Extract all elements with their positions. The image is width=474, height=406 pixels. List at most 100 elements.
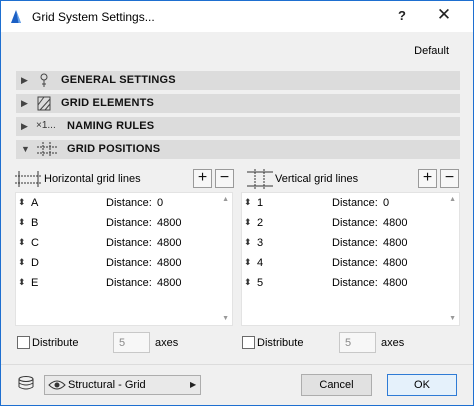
vertical-distribute-checkbox[interactable] xyxy=(242,336,255,349)
vertical-grid-lines-icon xyxy=(247,169,273,189)
vertical-grid-lines-header: Vertical grid lines xyxy=(247,169,417,189)
ok-button[interactable]: OK xyxy=(387,374,457,396)
distance-value[interactable]: 0 xyxy=(383,197,389,209)
grid-line-name: A xyxy=(31,197,39,209)
list-item[interactable]: ⬍ B Distance: 4800 xyxy=(16,213,232,233)
add-vertical-line-button[interactable]: + xyxy=(418,169,437,188)
horizontal-grid-lines-header: Horizontal grid lines xyxy=(15,169,195,189)
pin-icon xyxy=(40,73,48,87)
distance-value[interactable]: 4800 xyxy=(383,257,407,269)
grid-line-name: 2 xyxy=(257,217,264,229)
grid-line-name: 5 xyxy=(257,277,264,289)
list-item[interactable]: ⬍ 3 Distance: 4800 xyxy=(242,233,459,253)
vertical-distribute-label: Distribute xyxy=(257,337,304,349)
window-title: Grid System Settings... xyxy=(32,10,155,24)
list-item[interactable]: ⬍ D Distance: 4800 xyxy=(16,253,232,273)
reorder-handle-icon[interactable]: ⬍ xyxy=(18,197,26,208)
grid-line-name: B xyxy=(31,217,39,229)
reorder-handle-icon[interactable]: ⬍ xyxy=(18,257,26,268)
distance-label: Distance: xyxy=(332,257,378,269)
distance-value[interactable]: 4800 xyxy=(157,237,181,249)
section-grid-positions[interactable]: ▼ GRID POSITIONS xyxy=(16,140,460,159)
scroll-down-icon[interactable]: ▼ xyxy=(449,315,456,322)
expand-arrow-icon[interactable]: ▶ xyxy=(21,98,28,109)
distance-label: Distance: xyxy=(332,237,378,249)
collapse-arrow-icon[interactable]: ▼ xyxy=(21,144,30,154)
favorites-preset-label[interactable]: Default xyxy=(414,45,449,57)
eye-icon xyxy=(48,380,66,390)
horizontal-grid-lines-list[interactable]: ⬍ A Distance: 0 ⬍ B Distance: 4800 ⬍ C D… xyxy=(15,192,233,326)
vertical-axes-label: axes xyxy=(381,337,405,349)
grid-positions-icon xyxy=(37,142,57,157)
distance-value[interactable]: 4800 xyxy=(157,277,181,289)
list-item[interactable]: ⬍ E Distance: 4800 xyxy=(16,273,232,293)
grid-line-name: D xyxy=(31,257,39,269)
reorder-handle-icon[interactable]: ⬍ xyxy=(244,237,252,248)
section-label: GRID ELEMENTS xyxy=(61,97,155,109)
distance-value[interactable]: 4800 xyxy=(157,217,181,229)
distance-label: Distance: xyxy=(106,217,152,229)
reorder-handle-icon[interactable]: ⬍ xyxy=(18,277,26,288)
distance-value[interactable]: 0 xyxy=(157,197,163,209)
section-label: NAMING RULES xyxy=(67,120,155,132)
layer-select-value: Structural - Grid xyxy=(68,379,146,391)
naming-rules-icon: ×1... xyxy=(36,120,56,131)
layers-icon xyxy=(18,376,34,390)
grid-system-settings-dialog: Grid System Settings... ? ✕ Default ▶ GE… xyxy=(0,0,474,406)
vertical-grid-lines-list[interactable]: ⬍ 1 Distance: 0 ⬍ 2 Distance: 4800 ⬍ 3 D… xyxy=(241,192,460,326)
vertical-axes-count-field[interactable]: 5 xyxy=(339,332,376,353)
title-bar: Grid System Settings... ? ✕ xyxy=(1,1,473,32)
horizontal-axes-label: axes xyxy=(155,337,179,349)
distance-value[interactable]: 4800 xyxy=(383,237,407,249)
list-item[interactable]: ⬍ A Distance: 0 xyxy=(16,193,232,213)
grid-line-name: 3 xyxy=(257,237,264,249)
list-item[interactable]: ⬍ 4 Distance: 4800 xyxy=(242,253,459,273)
expand-arrow-icon[interactable]: ▶ xyxy=(21,75,28,86)
distance-label: Distance: xyxy=(106,257,152,269)
list-item[interactable]: ⬍ C Distance: 4800 xyxy=(16,233,232,253)
reorder-handle-icon[interactable]: ⬍ xyxy=(244,257,252,268)
horizontal-grid-lines-icon xyxy=(15,171,41,187)
list-item[interactable]: ⬍ 2 Distance: 4800 xyxy=(242,213,459,233)
chevron-right-icon: ▶ xyxy=(190,380,197,389)
reorder-handle-icon[interactable]: ⬍ xyxy=(18,237,26,248)
reorder-handle-icon[interactable]: ⬍ xyxy=(244,217,252,228)
distance-label: Distance: xyxy=(106,277,152,289)
reorder-handle-icon[interactable]: ⬍ xyxy=(18,217,26,228)
distance-label: Distance: xyxy=(106,197,152,209)
cancel-button[interactable]: Cancel xyxy=(301,374,372,396)
horizontal-distribute-checkbox[interactable] xyxy=(17,336,30,349)
horizontal-axes-count-field[interactable]: 5 xyxy=(113,332,150,353)
grid-element-icon xyxy=(37,96,51,111)
scroll-up-icon[interactable]: ▲ xyxy=(449,196,456,203)
reorder-handle-icon[interactable]: ⬍ xyxy=(244,197,252,208)
grid-line-name: E xyxy=(31,277,39,289)
list-item[interactable]: ⬍ 5 Distance: 4800 xyxy=(242,273,459,293)
grid-line-name: 1 xyxy=(257,197,264,209)
archicad-app-icon xyxy=(11,10,21,23)
distance-label: Distance: xyxy=(332,277,378,289)
grid-line-name: 4 xyxy=(257,257,264,269)
scroll-down-icon[interactable]: ▼ xyxy=(222,315,229,322)
section-naming-rules[interactable]: ▶ ×1... NAMING RULES xyxy=(16,117,460,136)
distance-value[interactable]: 4800 xyxy=(157,257,181,269)
help-button[interactable]: ? xyxy=(394,8,410,23)
grid-line-name: C xyxy=(31,237,39,249)
footer-divider xyxy=(1,364,473,365)
section-general-settings[interactable]: ▶ GENERAL SETTINGS xyxy=(16,71,460,90)
list-item[interactable]: ⬍ 1 Distance: 0 xyxy=(242,193,459,213)
add-horizontal-line-button[interactable]: + xyxy=(193,169,212,188)
reorder-handle-icon[interactable]: ⬍ xyxy=(244,277,252,288)
section-label: GENERAL SETTINGS xyxy=(61,74,176,86)
layer-select[interactable]: Structural - Grid ▶ xyxy=(44,375,201,395)
remove-horizontal-line-button[interactable]: − xyxy=(215,169,234,188)
distance-label: Distance: xyxy=(332,197,378,209)
distance-value[interactable]: 4800 xyxy=(383,277,407,289)
close-button[interactable]: ✕ xyxy=(435,5,453,25)
scroll-up-icon[interactable]: ▲ xyxy=(222,196,229,203)
expand-arrow-icon[interactable]: ▶ xyxy=(21,121,28,132)
section-grid-elements[interactable]: ▶ GRID ELEMENTS xyxy=(16,94,460,113)
distance-label: Distance: xyxy=(332,217,378,229)
remove-vertical-line-button[interactable]: − xyxy=(440,169,459,188)
distance-value[interactable]: 4800 xyxy=(383,217,407,229)
